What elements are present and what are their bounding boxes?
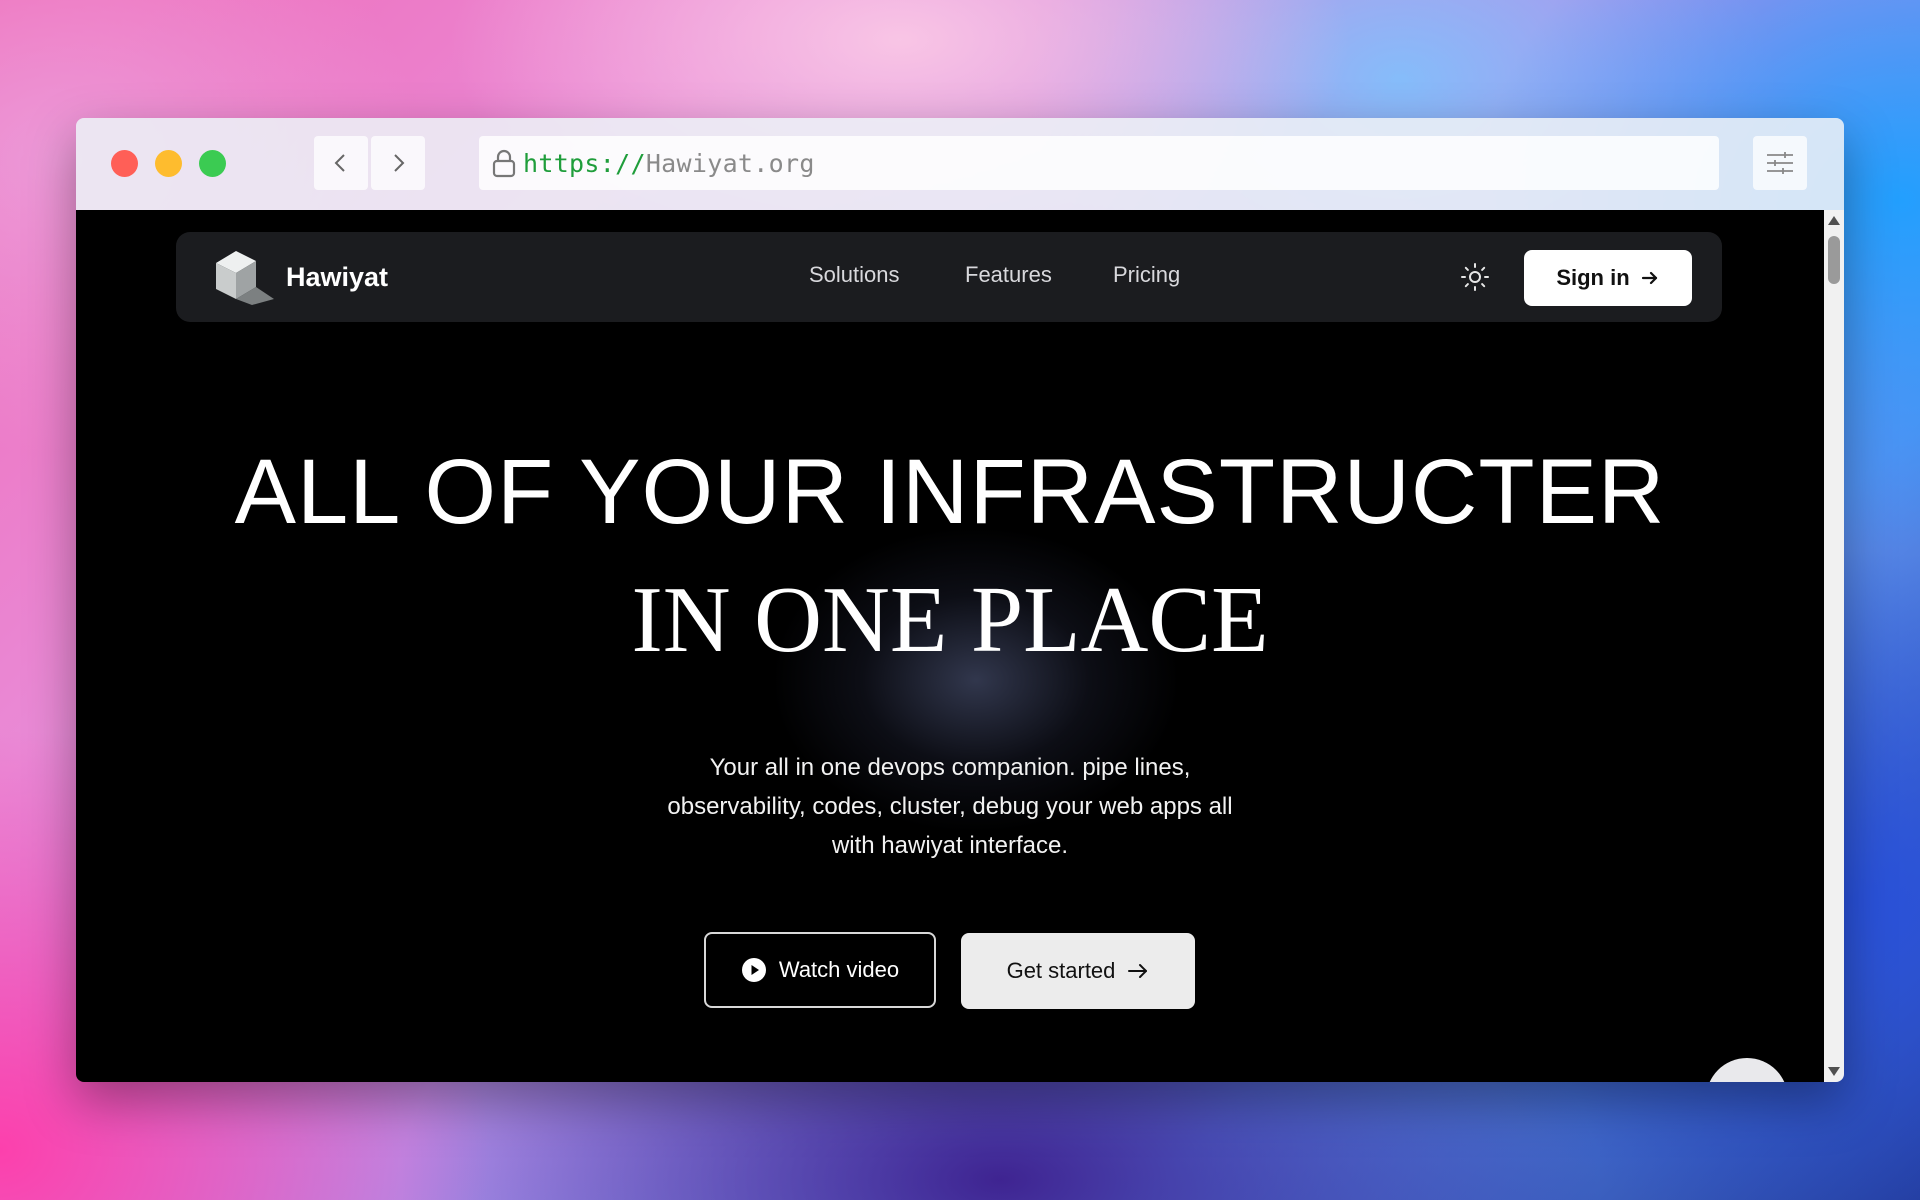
nav-features-link[interactable]: Features — [965, 262, 1052, 288]
sliders-icon — [1767, 152, 1793, 174]
forward-button[interactable] — [371, 136, 425, 190]
nav-pricing-link[interactable]: Pricing — [1113, 262, 1180, 288]
play-circle-icon — [741, 958, 766, 982]
browser-settings-button[interactable] — [1753, 136, 1807, 190]
hero-title-line2: IN ONE PLACE — [631, 568, 1269, 672]
arrow-right-icon — [1641, 271, 1657, 285]
get-started-label: Get started — [1006, 958, 1116, 983]
hero-title-line1: ALL OF YOUR INFRASTRUCTER — [234, 441, 1666, 543]
brand-name: Hawiyat — [286, 261, 389, 292]
scroll-thumb[interactable] — [1828, 236, 1840, 284]
page-viewport: Hawiyat Solutions Features Pricing Sign … — [76, 210, 1824, 1082]
get-started-button[interactable]: Get started — [961, 933, 1195, 1009]
url-host: Hawiyat.org — [645, 148, 815, 178]
url-scheme: https:// — [523, 148, 646, 178]
watch-video-button[interactable]: Watch video — [704, 932, 936, 1008]
browser-window: https://Hawiyat.org Hawiyat Solutions Fe… — [76, 118, 1844, 1082]
url-text: https://Hawiyat.org — [523, 149, 815, 178]
maximize-window-button[interactable] — [199, 150, 226, 177]
scroll-down-arrow[interactable] — [1828, 1067, 1840, 1076]
chat-button[interactable] — [1706, 1058, 1788, 1082]
sign-in-button[interactable]: Sign in — [1524, 250, 1692, 306]
watch-video-label: Watch video — [778, 957, 900, 982]
cube-logo-icon — [216, 251, 274, 305]
chat-bubble-icon — [1727, 1079, 1767, 1082]
close-window-button[interactable] — [111, 150, 138, 177]
sign-in-label: Sign in — [1556, 265, 1630, 290]
lock-icon — [492, 149, 516, 178]
sun-icon[interactable] — [1460, 262, 1490, 292]
brand-logo-link[interactable]: Hawiyat — [208, 249, 388, 305]
chevron-right-icon — [394, 154, 405, 172]
address-bar[interactable]: https://Hawiyat.org — [479, 136, 1719, 190]
chevron-left-icon — [334, 154, 345, 172]
browser-titlebar: https://Hawiyat.org — [76, 118, 1844, 210]
arrow-right-icon — [1128, 964, 1148, 978]
site-navbar: Hawiyat Solutions Features Pricing Sign … — [176, 232, 1722, 322]
back-button[interactable] — [314, 136, 368, 190]
nav-solutions-link[interactable]: Solutions — [809, 262, 900, 288]
hero-subtitle: Your all in one devops companion. pipe l… — [667, 754, 1233, 859]
scroll-up-arrow[interactable] — [1828, 216, 1840, 225]
page-scrollbar[interactable] — [1824, 210, 1844, 1082]
minimize-window-button[interactable] — [155, 150, 182, 177]
